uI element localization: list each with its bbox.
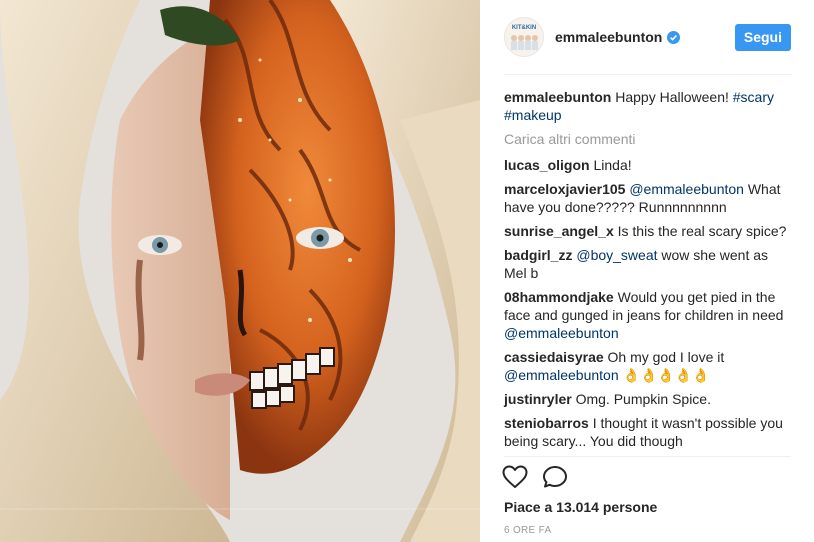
comment-mention[interactable]: @emmaleebunton [504,325,619,341]
comment-text: Linda! [593,157,632,173]
post-photo[interactable] [0,0,480,542]
comment-mention[interactable]: @emmaleebunton [504,367,619,383]
comment-item: sunrise_angel_x Is this the real scary s… [504,222,794,240]
comment-username[interactable]: justinryler [504,391,572,407]
post-header: KIT&KIN emmaleebunton Segui [504,17,791,57]
halloween-makeup-photo [0,0,480,542]
actions-divider [504,456,791,457]
comment-username[interactable]: marceloxjavier105 [504,181,625,197]
kit-and-kin-logo-icon: KIT&KIN [505,18,543,56]
post-side-panel: KIT&KIN emmaleebunton Segui emmaleebunto… [480,0,814,542]
comment-text: Omg. Pumpkin Spice. [575,391,711,407]
comment-text: Oh my god I love it [607,349,725,365]
hashtag-scary[interactable]: #scary [733,89,774,105]
avatar-logo-text: KIT&KIN [512,25,536,31]
comment-item: badgirl_zz @boy_sweat wow she went as Me… [504,246,794,282]
comment-item: marceloxjavier105 @emmaleebunton What ha… [504,180,794,216]
post-actions [502,465,568,494]
follow-button[interactable]: Segui [734,23,791,51]
comment-text: Is this the real scary spice? [617,223,787,239]
comment-item: 08hammondjake Would you get pied in the … [504,288,794,342]
comment-username[interactable]: 08hammondjake [504,289,614,305]
comment-username[interactable]: badgirl_zz [504,247,572,263]
comment-item: lucas_oligon Linda! [504,156,794,174]
comment-username[interactable]: sunrise_angel_x [504,223,614,239]
comments-list: emmaleebunton Happy Halloween! #scary #m… [504,88,794,456]
comment-bubble-icon[interactable] [542,465,568,494]
comment-item: steniobarros I thought it wasn't possibl… [504,414,794,450]
like-heart-icon[interactable] [502,465,528,494]
hashtag-makeup[interactable]: #makeup [504,107,562,123]
comment-username[interactable]: lucas_oligon [504,157,590,173]
comment-mention[interactable]: @emmaleebunton [629,181,744,197]
caption: emmaleebunton Happy Halloween! #scary #m… [504,88,794,124]
caption-username[interactable]: emmaleebunton [504,89,611,105]
load-more-comments[interactable]: Carica altri commenti [504,130,794,148]
comment-mention[interactable]: @boy_sweat [576,247,657,263]
comment-item: justinryler Omg. Pumpkin Spice. [504,390,794,408]
comment-username[interactable]: steniobarros [504,415,589,431]
header-username[interactable]: emmaleebunton [555,29,662,45]
avatar[interactable]: KIT&KIN [504,17,544,57]
caption-text: Happy Halloween! [615,89,729,105]
likes-count[interactable]: Piace a 13.014 persone [504,499,657,515]
comment-emoji: 👌👌👌👌👌 [622,367,710,383]
comment-item: cassiedaisyrae Oh my god I love it @emma… [504,348,794,384]
comment-username[interactable]: cassiedaisyrae [504,349,604,365]
post-timestamp[interactable]: 6 ORE FA [504,525,551,536]
header-divider [504,74,791,75]
verified-badge-icon [667,30,681,44]
